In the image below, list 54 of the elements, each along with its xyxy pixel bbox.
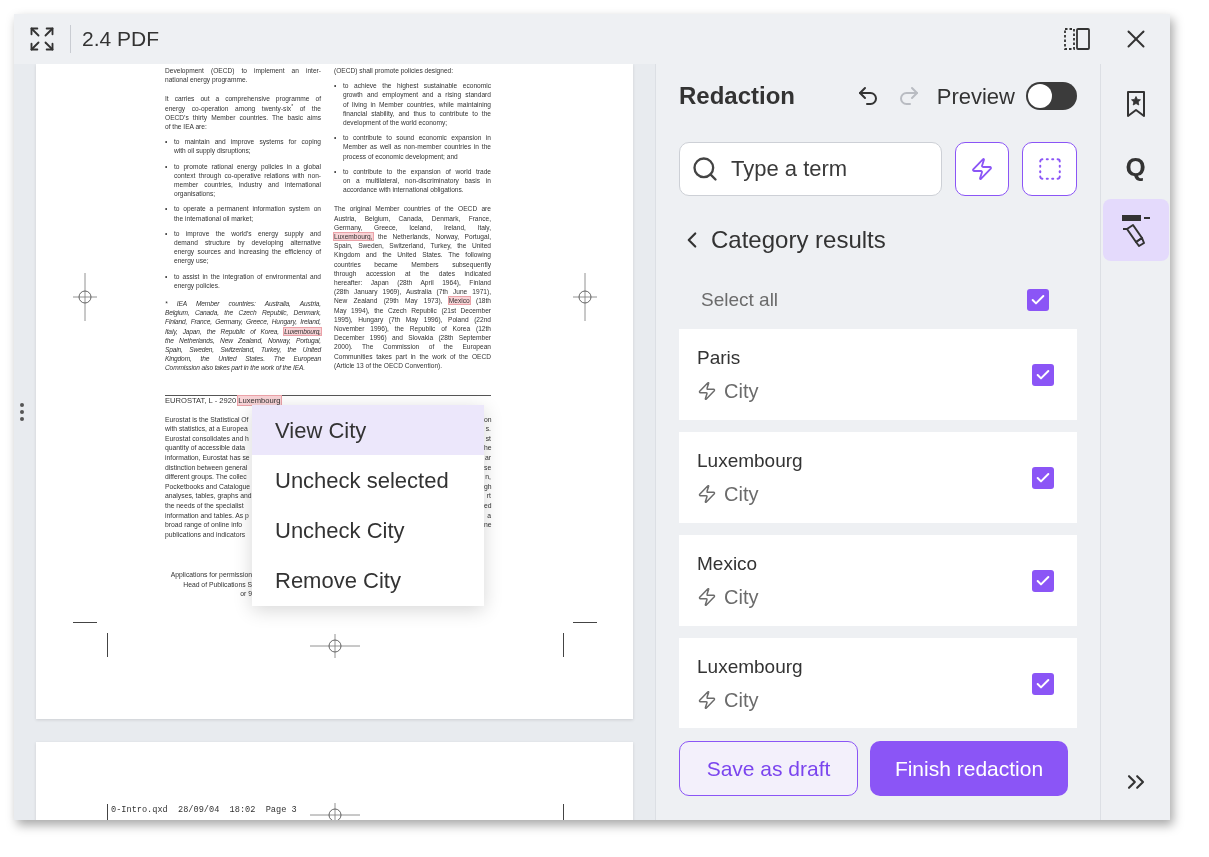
lightning-button[interactable] bbox=[955, 142, 1009, 196]
lightning-icon bbox=[697, 380, 717, 401]
result-name: Luxembourg bbox=[697, 448, 803, 473]
result-card[interactable]: Luxembourg City bbox=[679, 432, 1077, 523]
lightning-icon bbox=[697, 483, 717, 504]
sidebar-tab[interactable]: Q bbox=[1102, 136, 1169, 198]
crop-mark bbox=[573, 622, 597, 623]
crop-mark bbox=[563, 633, 564, 657]
save-draft-button[interactable]: Save as draft bbox=[679, 741, 858, 796]
registration-mark-icon bbox=[573, 273, 597, 321]
registration-mark-icon bbox=[310, 803, 360, 820]
result-card[interactable]: Paris City bbox=[679, 329, 1077, 420]
menu-item[interactable]: Uncheck selected bbox=[252, 455, 484, 505]
window-title: 2.4 PDF bbox=[82, 26, 160, 53]
crop-mark bbox=[107, 633, 108, 657]
category-label: City bbox=[724, 481, 759, 507]
checkbox[interactable] bbox=[1032, 569, 1054, 592]
checkbox[interactable] bbox=[1027, 289, 1049, 311]
checkbox[interactable] bbox=[1032, 466, 1054, 489]
result-name: Mexico bbox=[697, 551, 759, 576]
checkbox[interactable] bbox=[1032, 363, 1054, 386]
panel-title: Redaction bbox=[679, 81, 795, 111]
checkbox[interactable] bbox=[1032, 672, 1054, 695]
dashed-square-button[interactable] bbox=[1022, 142, 1077, 196]
search-field[interactable]: Type a term bbox=[679, 142, 942, 196]
finish-button[interactable]: Finish redaction bbox=[870, 741, 1068, 796]
registration-mark-icon bbox=[310, 634, 360, 658]
sidebar-tab[interactable] bbox=[1102, 199, 1169, 261]
result-card[interactable]: Luxembourg City bbox=[679, 638, 1077, 728]
result-name: Paris bbox=[697, 345, 742, 370]
result-name: Luxembourg bbox=[697, 654, 803, 679]
menu-item[interactable]: Uncheck City bbox=[252, 505, 484, 555]
fullscreen-icon[interactable] bbox=[28, 25, 56, 53]
search-icon bbox=[691, 155, 719, 183]
dashed-square-icon bbox=[1036, 156, 1063, 182]
menu-item[interactable]: Remove City bbox=[252, 555, 484, 605]
category-label: City bbox=[724, 584, 759, 610]
lightning-icon bbox=[697, 586, 717, 607]
preview-toggle[interactable] bbox=[1026, 82, 1077, 110]
file-slug-text: 0-Intro.qxd 28/09/04 18:02 Page 3 bbox=[111, 805, 297, 816]
registration-mark-icon bbox=[73, 273, 97, 321]
lightning-icon bbox=[697, 689, 717, 710]
crop-mark bbox=[73, 622, 97, 623]
preview-label: Preview bbox=[936, 82, 1015, 111]
redaction-marker-icon bbox=[1120, 213, 1151, 247]
menu-item[interactable]: View City bbox=[252, 405, 484, 455]
category-label: City bbox=[724, 378, 759, 404]
select-all-label: Select all bbox=[701, 287, 779, 312]
back-button[interactable]: Category results bbox=[679, 220, 886, 260]
vertical-dots-icon[interactable] bbox=[20, 403, 24, 421]
lightning-icon bbox=[970, 157, 994, 181]
result-card[interactable]: Mexico City bbox=[679, 535, 1077, 626]
split-view-icon[interactable] bbox=[1063, 25, 1091, 53]
category-label: City bbox=[724, 687, 759, 713]
